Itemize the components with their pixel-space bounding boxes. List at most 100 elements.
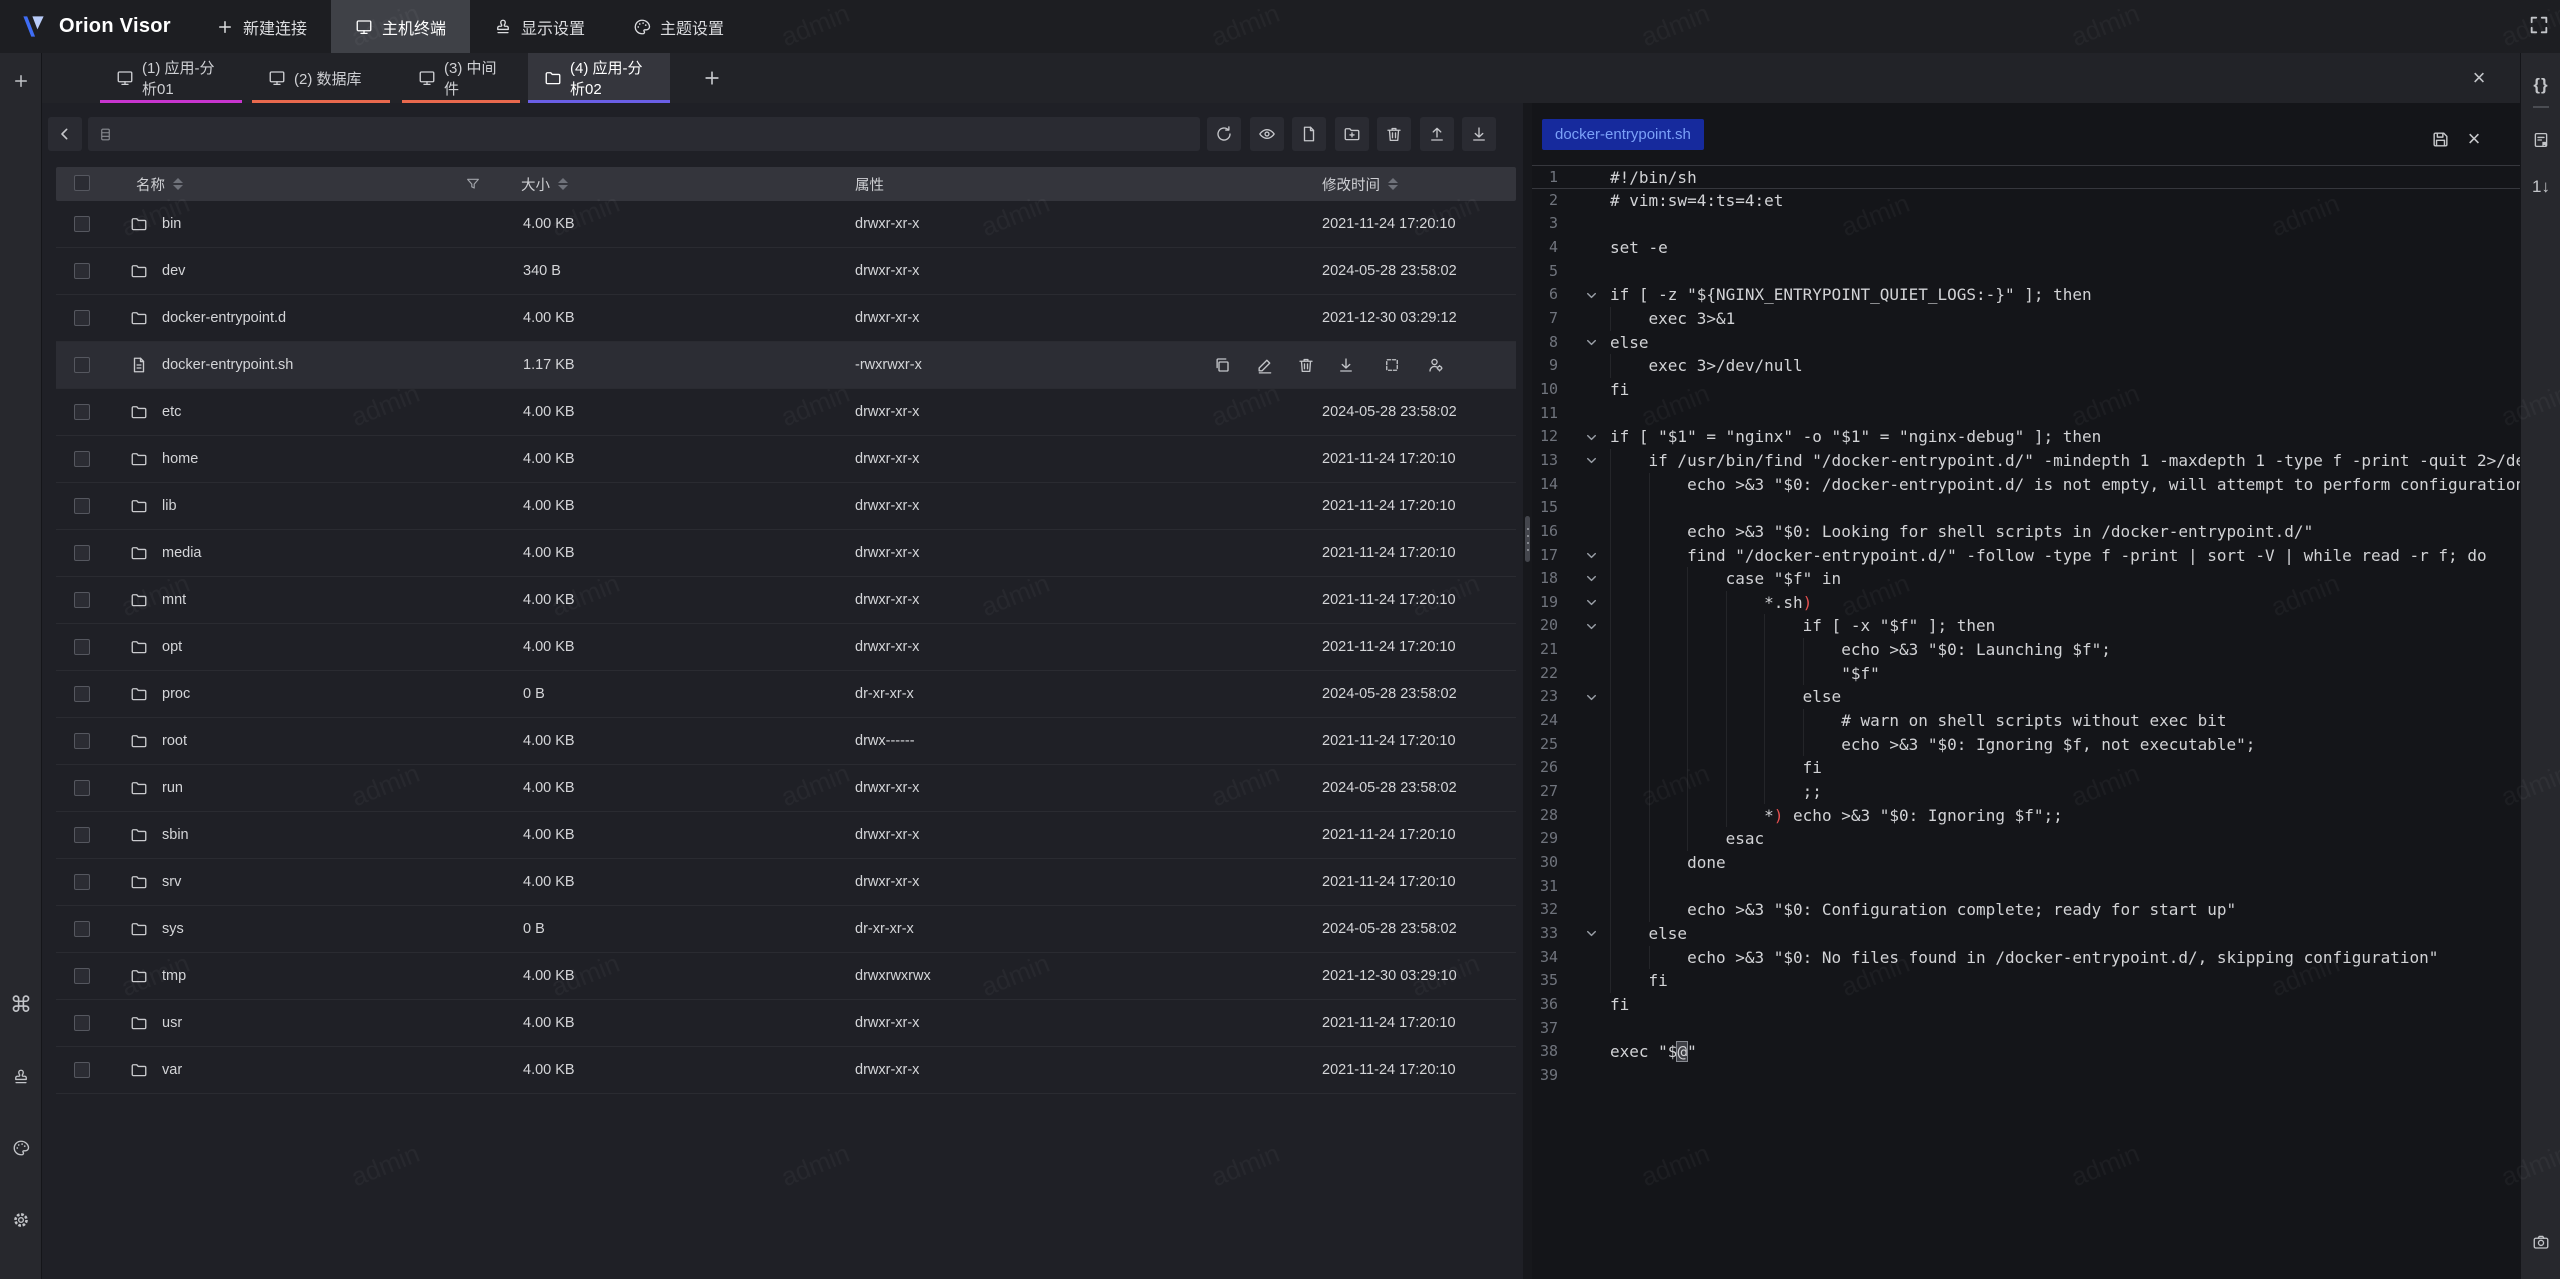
file-row[interactable]: root4.00 KBdrwx------2021-11-24 17:20:10 [56, 718, 1516, 765]
filter-icon[interactable] [465, 167, 481, 201]
fold-icon[interactable] [1580, 567, 1602, 591]
file-name[interactable]: docker-entrypoint.d [162, 295, 286, 341]
permission-icon[interactable] [1427, 356, 1447, 376]
file-name[interactable]: tmp [162, 953, 186, 999]
file-name[interactable]: lib [162, 483, 177, 529]
path-input[interactable] [121, 126, 1190, 142]
row-checkbox[interactable] [74, 874, 90, 890]
row-checkbox[interactable] [74, 263, 90, 279]
file-name[interactable]: root [162, 718, 187, 764]
file-row[interactable]: mnt4.00 KBdrwxr-xr-x2021-11-24 17:20:10 [56, 577, 1516, 624]
fold-icon[interactable] [1580, 449, 1602, 473]
row-checkbox[interactable] [74, 498, 90, 514]
add-connection-icon[interactable] [0, 63, 42, 99]
system-setting-icon[interactable] [0, 1202, 42, 1238]
row-checkbox[interactable] [74, 545, 90, 561]
back-button[interactable] [48, 117, 82, 151]
save-file-icon[interactable] [2428, 127, 2452, 151]
file-row[interactable]: docker-entrypoint.sh1.17 KB-rwxrwxr-x [56, 342, 1516, 389]
row-checkbox[interactable] [74, 733, 90, 749]
column-size[interactable]: 大小 [521, 167, 568, 201]
file-row[interactable]: bin4.00 KBdrwxr-xr-x2021-11-24 17:20:10 [56, 201, 1516, 248]
nav-item-host-terminal[interactable]: 主机终端 [331, 0, 470, 53]
row-checkbox[interactable] [74, 1062, 90, 1078]
file-name[interactable]: etc [162, 389, 181, 435]
file-row[interactable]: srv4.00 KBdrwxr-xr-x2021-11-24 17:20:10 [56, 859, 1516, 906]
close-editor-icon[interactable]: × [2462, 127, 2486, 151]
row-checkbox[interactable] [74, 451, 90, 467]
file-name[interactable]: sbin [162, 812, 189, 858]
fold-icon[interactable] [1580, 425, 1602, 449]
file-name[interactable]: proc [162, 671, 190, 717]
download-icon[interactable] [1337, 356, 1357, 376]
screenshot-icon[interactable] [2521, 1224, 2560, 1260]
nav-item-new-connection[interactable]: 新建连接 [192, 0, 331, 53]
file-row[interactable]: home4.00 KBdrwxr-xr-x2021-11-24 17:20:10 [56, 436, 1516, 483]
rename-icon[interactable] [1383, 356, 1403, 376]
file-name[interactable]: mnt [162, 577, 186, 623]
nav-item-display-settings[interactable]: 显示设置 [470, 0, 609, 53]
transfer-order-icon[interactable]: 1↓ [2521, 169, 2560, 205]
file-row[interactable]: lib4.00 KBdrwxr-xr-x2021-11-24 17:20:10 [56, 483, 1516, 530]
file-row[interactable]: sys0 Bdr-xr-xr-x2024-05-28 23:58:02 [56, 906, 1516, 953]
nav-item-theme-settings[interactable]: 主题设置 [609, 0, 748, 53]
row-checkbox[interactable] [74, 592, 90, 608]
terminal-tab-1[interactable]: (1) 应用-分析01 [100, 53, 242, 103]
sort-name-icon[interactable] [173, 178, 183, 190]
terminal-tab-4[interactable]: (4) 应用-分析02 [528, 53, 670, 103]
fold-icon[interactable] [1580, 591, 1602, 615]
delete-icon[interactable] [1297, 356, 1317, 376]
row-checkbox[interactable] [74, 686, 90, 702]
select-all-checkbox[interactable] [74, 175, 90, 191]
sort-mtime-icon[interactable] [1388, 178, 1398, 190]
row-checkbox[interactable] [74, 216, 90, 232]
copy-icon[interactable] [1213, 356, 1233, 376]
row-checkbox[interactable] [74, 639, 90, 655]
row-checkbox[interactable] [74, 780, 90, 796]
shortcuts-icon[interactable]: ⌘ [0, 987, 42, 1023]
file-name[interactable]: docker-entrypoint.sh [162, 342, 293, 388]
new-tab-button[interactable] [700, 66, 724, 90]
fullscreen-icon[interactable] [2528, 14, 2550, 36]
splitter-grip[interactable] [1525, 516, 1530, 562]
file-name[interactable]: home [162, 436, 198, 482]
row-checkbox[interactable] [74, 404, 90, 420]
file-row[interactable]: sbin4.00 KBdrwxr-xr-x2021-11-24 17:20:10 [56, 812, 1516, 859]
row-checkbox[interactable] [74, 968, 90, 984]
snippets-icon[interactable] [2521, 122, 2560, 158]
download-icon[interactable] [1462, 117, 1496, 151]
new-file-icon[interactable] [1292, 117, 1326, 151]
file-name[interactable]: usr [162, 1000, 182, 1046]
new-folder-icon[interactable] [1335, 117, 1369, 151]
file-row[interactable]: media4.00 KBdrwxr-xr-x2021-11-24 17:20:1… [56, 530, 1516, 577]
edit-icon[interactable] [1256, 356, 1276, 376]
file-name[interactable]: bin [162, 201, 181, 247]
upload-icon[interactable] [1420, 117, 1454, 151]
file-name[interactable]: dev [162, 248, 185, 294]
file-row[interactable]: tmp4.00 KBdrwxrwxrwx2021-12-30 03:29:10 [56, 953, 1516, 1000]
file-name[interactable]: media [162, 530, 202, 576]
editor-file-chip[interactable]: docker-entrypoint.sh [1542, 119, 1704, 150]
file-name[interactable]: run [162, 765, 183, 811]
file-name[interactable]: sys [162, 906, 184, 952]
row-checkbox[interactable] [74, 921, 90, 937]
code-area[interactable]: 1#!/bin/sh2# vim:sw=4:ts=4:et34set -e56i… [1532, 165, 2520, 1088]
fold-icon[interactable] [1580, 614, 1602, 638]
file-row[interactable]: dev340 Bdrwxr-xr-x2024-05-28 23:58:02 [56, 248, 1516, 295]
fold-icon[interactable] [1580, 331, 1602, 355]
close-tabbar-icon[interactable]: × [2466, 66, 2492, 90]
fold-icon[interactable] [1580, 685, 1602, 709]
file-row[interactable]: opt4.00 KBdrwxr-xr-x2021-11-24 17:20:10 [56, 624, 1516, 671]
terminal-tab-3[interactable]: (3) 中间件 [402, 53, 520, 103]
row-checkbox[interactable] [74, 357, 90, 373]
file-row[interactable]: docker-entrypoint.d4.00 KBdrwxr-xr-x2021… [56, 295, 1516, 342]
row-checkbox[interactable] [74, 1015, 90, 1031]
file-name[interactable]: opt [162, 624, 182, 670]
file-row[interactable]: run4.00 KBdrwxr-xr-x2024-05-28 23:58:02 [56, 765, 1516, 812]
variables-icon[interactable]: {} [2521, 67, 2560, 103]
fold-icon[interactable] [1580, 922, 1602, 946]
refresh-icon[interactable] [1207, 117, 1241, 151]
sort-size-icon[interactable] [558, 178, 568, 190]
column-mtime[interactable]: 修改时间 [1322, 167, 1398, 201]
file-name[interactable]: srv [162, 859, 181, 905]
